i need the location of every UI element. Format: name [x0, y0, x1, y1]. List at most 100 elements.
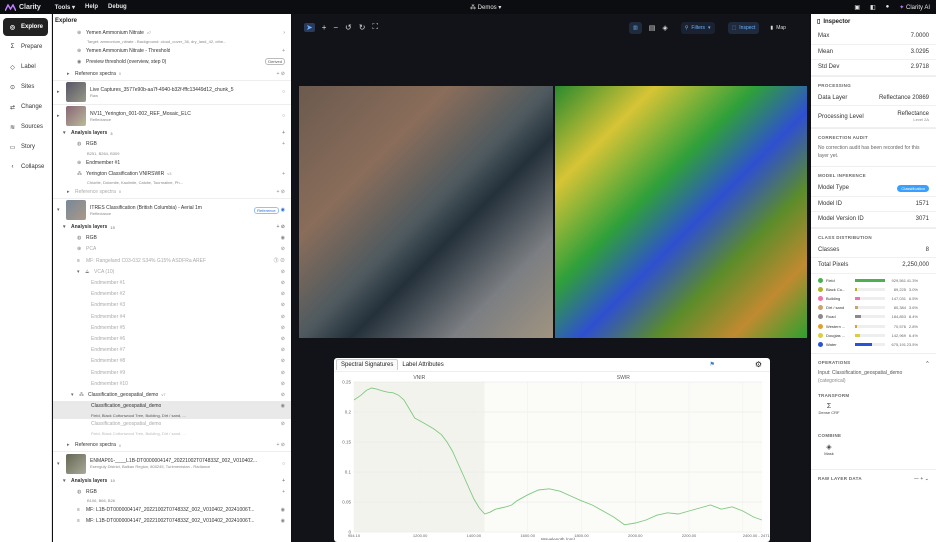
tree-row[interactable]: ≡ MF: Rangeland C03-032 S34% G15% ASDFRa …: [53, 255, 291, 266]
class-row[interactable]: Building 147,031 6.5%: [811, 294, 936, 303]
pin-icon[interactable]: ⚑: [709, 361, 714, 368]
class-row[interactable]: Western ... 70,576 2.8%: [811, 321, 936, 330]
tree-row[interactable]: ◍ RGB +: [53, 139, 291, 150]
add-icon[interactable]: + ⊘: [277, 224, 286, 230]
nav-explore[interactable]: ◎ Explore: [3, 18, 48, 36]
raw-layer-header[interactable]: RAW LAYER DATA — + ⌄: [811, 469, 936, 485]
tree-row[interactable]: Endmember #5 ⊘: [53, 322, 291, 333]
chevron-right-icon[interactable]: ▸: [57, 113, 66, 119]
radio-icon[interactable]: ○: [282, 89, 285, 95]
tree-row[interactable]: Endmember #7 ⊘: [53, 345, 291, 356]
tree-row[interactable]: ▾ Analysis layers 15 + ⊘: [53, 222, 291, 233]
workspace-switcher[interactable]: ⁂ Demos ▾: [470, 4, 501, 11]
eye-off-icon[interactable]: ⊘: [281, 336, 285, 342]
rotate-right-icon[interactable]: ↻: [359, 23, 366, 32]
split-view-icon[interactable]: ▥: [629, 22, 642, 34]
eye-off-icon[interactable]: ⊘: [281, 280, 285, 286]
warning-icon[interactable]: ⓵ ⊘: [274, 257, 285, 264]
inspect-button[interactable]: ⬚ Inspect: [727, 22, 760, 34]
class-row[interactable]: Dirt / sand 80,384 3.6%: [811, 303, 936, 312]
eye-off-icon[interactable]: ⊘: [281, 314, 285, 320]
eye-off-icon[interactable]: ⊘: [281, 421, 285, 427]
radio-icon[interactable]: ○: [282, 461, 285, 467]
app-logo[interactable]: Clarity: [5, 3, 41, 11]
eye-icon[interactable]: ◉: [281, 235, 285, 241]
eye-icon[interactable]: ◉: [281, 507, 285, 513]
eye-icon[interactable]: ◉: [281, 518, 285, 524]
eye-off-icon[interactable]: ⊘: [281, 246, 285, 252]
chevron-right-icon[interactable]: ▸: [67, 442, 75, 448]
radio-selected-icon[interactable]: ◉: [281, 207, 285, 213]
tree-row[interactable]: ⊛ PCA ⊘: [53, 244, 291, 255]
tree-row[interactable]: ⊕ Endmember #1: [53, 157, 291, 168]
chevron-right-icon[interactable]: ›: [283, 30, 285, 36]
menu-item[interactable]: Debug: [108, 4, 127, 11]
eye-off-icon[interactable]: ⊘: [281, 347, 285, 353]
list-view-icon[interactable]: ▤: [649, 24, 656, 32]
menu-item[interactable]: Help: [85, 4, 98, 11]
add-icon[interactable]: +: [282, 130, 285, 136]
operations-header[interactable]: OPERATIONS ^: [811, 353, 936, 368]
nav-prepare[interactable]: Σ Prepare: [3, 38, 48, 56]
class-row[interactable]: Water 675,191 23.5%: [811, 340, 936, 349]
settings-icon[interactable]: ⚙: [755, 360, 762, 369]
tree-row[interactable]: Endmember #1 ⊘: [53, 277, 291, 288]
tree-row[interactable]: Endmember #3 ⊘: [53, 300, 291, 311]
capture-item[interactable]: ▸ Live Captures_3577e90b-aa7f-4940-b32f-f…: [53, 79, 291, 104]
chevron-down-icon[interactable]: ▾: [77, 269, 85, 275]
eye-off-icon[interactable]: ⊘: [281, 381, 285, 387]
add-icon[interactable]: + ⊘: [277, 442, 286, 448]
zoom-out-icon[interactable]: −: [333, 23, 338, 32]
nav-label[interactable]: ◇ Label: [3, 58, 48, 76]
tree-row[interactable]: ◍ RGB +: [53, 486, 291, 497]
zoom-in-icon[interactable]: +: [322, 23, 327, 32]
layout-icon[interactable]: ▣: [854, 4, 860, 11]
class-row[interactable]: Field 929,561 41.3%: [811, 276, 936, 285]
add-icon[interactable]: + ⊘: [277, 189, 286, 195]
tree-row[interactable]: ▸ Reference spectra 0 + ⊘: [53, 68, 291, 80]
rgb-image-view[interactable]: [299, 86, 553, 338]
add-icon[interactable]: +: [282, 171, 285, 177]
tree-row[interactable]: Endmember #8 ⊘: [53, 356, 291, 367]
chevron-right-icon[interactable]: ▸: [67, 189, 75, 195]
eye-off-icon[interactable]: ⊘: [281, 325, 285, 331]
nav-sites[interactable]: ⊙ Sites: [3, 78, 48, 96]
map-button[interactable]: ▮ Map: [766, 22, 790, 34]
eye-off-icon[interactable]: ⊘: [281, 392, 285, 398]
layers-icon[interactable]: ◈: [662, 24, 667, 32]
eye-off-icon[interactable]: ⊘: [281, 302, 285, 308]
filters-button[interactable]: ⚲ Filters ▾: [680, 22, 715, 34]
dense-crf-button[interactable]: Σ Dense CRF: [818, 403, 840, 425]
tree-row[interactable]: ▸ Reference spectra 0 + ⊘: [53, 440, 291, 451]
chevron-right-icon[interactable]: ▸: [57, 89, 66, 95]
chevron-down-icon[interactable]: ▾: [57, 461, 66, 467]
user-icon[interactable]: ●: [886, 4, 890, 10]
tree-row[interactable]: Endmember #9 ⊘: [53, 367, 291, 378]
tree-row[interactable]: Endmember #4 ⊘: [53, 311, 291, 322]
menu-item[interactable]: Tools ▾: [55, 4, 75, 11]
tree-row[interactable]: ⊕ Yemen Ammonium Nitrate - Threshold +: [53, 45, 291, 56]
tree-row[interactable]: ▾ Analysis layers 3 +: [53, 128, 291, 139]
rotate-left-icon[interactable]: ↺: [345, 23, 352, 32]
add-icon[interactable]: + ⊘: [277, 71, 286, 77]
tree-row[interactable]: ▾ ⟁ VCA (10) ⊘: [53, 266, 291, 277]
mask-button[interactable]: ◈ Mask: [818, 443, 840, 465]
fit-icon[interactable]: ⛶: [372, 22, 378, 32]
tree-row[interactable]: ◍ RGB ◉: [53, 233, 291, 244]
tree-row[interactable]: Endmember #6 ⊘: [53, 333, 291, 344]
nav-collapse[interactable]: ‹ Collapse: [3, 158, 48, 176]
eye-icon[interactable]: ◉: [281, 403, 285, 409]
capture-item[interactable]: ▾ ENMAP01-____L1B-DT0000004147_20221002T0…: [53, 451, 291, 475]
eye-off-icon[interactable]: ⊘: [281, 291, 285, 297]
add-icon[interactable]: +: [282, 48, 285, 54]
chevron-down-icon[interactable]: ▾: [71, 392, 79, 398]
tab-spectral-signatures[interactable]: Spectral Signatures: [336, 359, 399, 370]
tree-row[interactable]: ▾ ⁂ Classification_geospatial_demo v7 ⊘: [53, 389, 291, 400]
tree-row[interactable]: ⊕ Yemen Ammonium Nitrate v7 ›: [53, 27, 291, 38]
tree-row[interactable]: ≡ MF: L1B-DT0000004147_20221002T074833Z_0…: [53, 516, 291, 527]
tree-row[interactable]: ▸ Reference spectra 0 + ⊘: [53, 186, 291, 197]
tree-row[interactable]: ◉ Preview threshold (overview, step 0) Der…: [53, 56, 291, 67]
radio-icon[interactable]: ○: [282, 113, 285, 119]
capture-item[interactable]: ▸ NV11_Yerington_001-002_REF_Mosaic_ELC Re…: [53, 103, 291, 128]
clarity-ai-button[interactable]: ✦ Clarity AI: [899, 4, 930, 11]
